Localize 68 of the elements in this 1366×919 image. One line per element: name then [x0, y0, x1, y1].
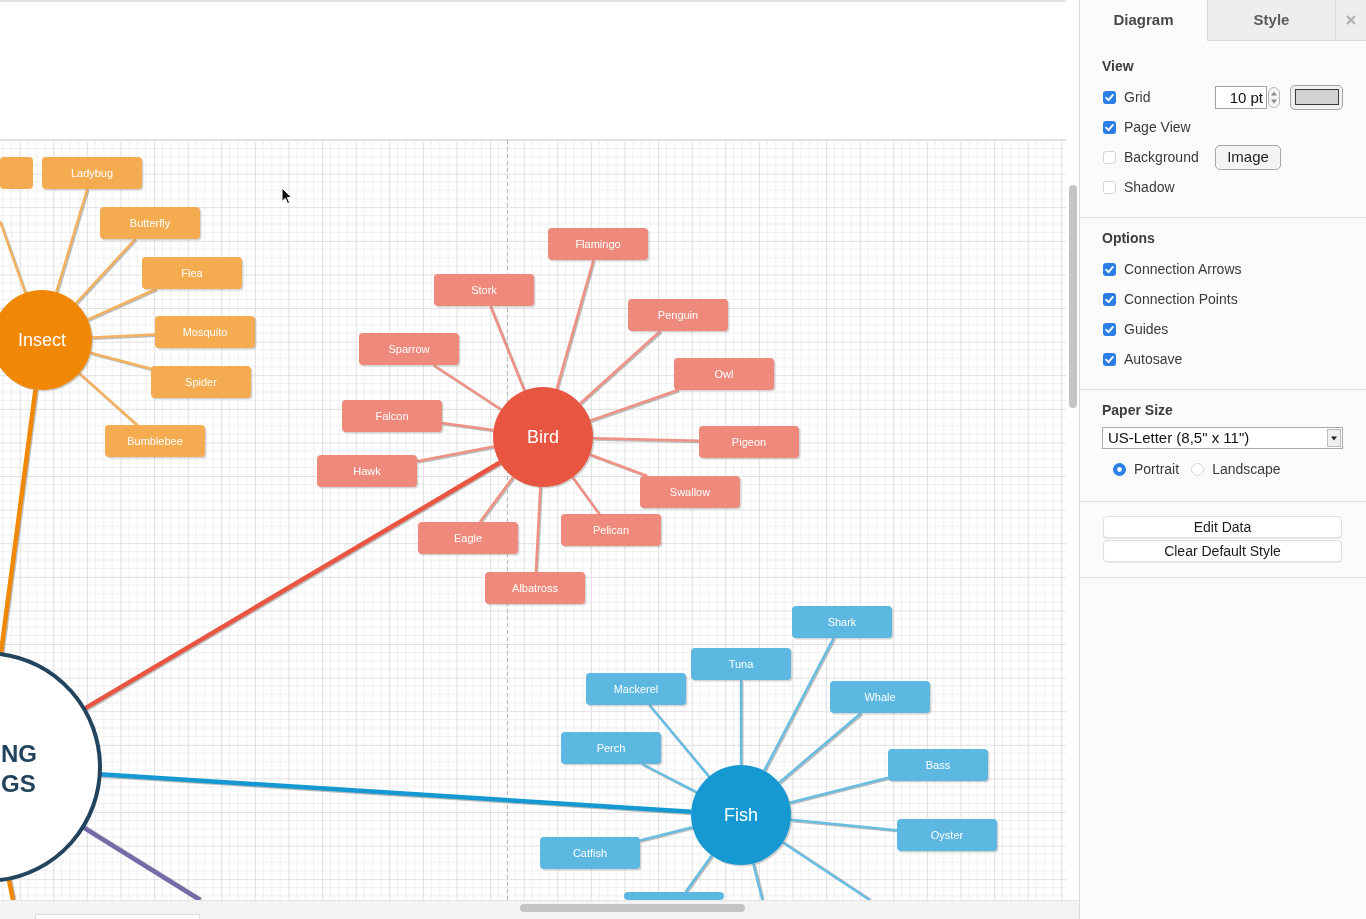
- radio-button[interactable]: [1191, 462, 1205, 476]
- checkbox[interactable]: [1103, 180, 1116, 194]
- subtopic-node: Flea: [142, 257, 244, 291]
- checkbox[interactable]: [1103, 352, 1116, 366]
- subtopic-node: Albatross: [485, 572, 587, 606]
- cursor-icon: [281, 187, 293, 205]
- checkbox[interactable]: [1103, 150, 1116, 164]
- paper-size-select[interactable]: US-Letter (8,5" x 11"): [1102, 427, 1343, 449]
- checkbox-label: Autosave: [1124, 349, 1183, 369]
- subtopic-node: Hawk: [317, 455, 419, 489]
- checkbox[interactable]: [1103, 120, 1116, 134]
- grid-size-field[interactable]: 10 pt: [1215, 85, 1267, 109]
- tab[interactable]: Style: [1207, 0, 1335, 41]
- subtopic-node: Penguin: [628, 299, 730, 333]
- subtopic-node: Bumblebee: [105, 425, 207, 459]
- topic-node: Fish: [691, 765, 793, 867]
- checkbox-label: Guides: [1124, 319, 1169, 339]
- clear-default-style-button[interactable]: Clear Default Style: [1103, 540, 1342, 562]
- topic-node: Insect: [0, 290, 94, 392]
- central-node: NG GS: [0, 651, 102, 883]
- subtopic-node: Pelican: [561, 514, 663, 548]
- radio-label: Portrait: [1134, 459, 1180, 479]
- radio-button[interactable]: [1113, 462, 1126, 476]
- checkbox-label: Shadow: [1124, 177, 1175, 197]
- subtopic-node: Sparrow: [359, 333, 461, 367]
- subtopic-node: Spider: [151, 366, 253, 400]
- subtopic-node: Catfish: [540, 837, 642, 871]
- subtopic-node: Tuna: [691, 648, 793, 682]
- subtopic-node: Owl: [674, 358, 776, 392]
- section-heading: Options: [1102, 229, 1156, 248]
- scrollbar-thumb[interactable]: [520, 904, 745, 912]
- subtopic-node: Eagle: [418, 522, 520, 556]
- checkbox[interactable]: [1103, 322, 1116, 336]
- edit-data-button[interactable]: Edit Data: [1103, 516, 1342, 538]
- subtopic-node: Falcon: [342, 400, 444, 434]
- subtopic-node: Bass: [888, 749, 990, 783]
- close-icon: [1346, 15, 1356, 25]
- subtopic-node: Perch: [561, 732, 663, 766]
- subtopic-node: Mackerel: [586, 673, 688, 707]
- subtopic-node: Mosquito: [155, 316, 257, 350]
- subtopic-node: Flamingo: [548, 228, 650, 262]
- checkbox-label: Connection Points: [1124, 289, 1238, 309]
- subtopic-node: Pigeon: [699, 426, 801, 460]
- checkbox[interactable]: [1103, 90, 1116, 104]
- checkbox-label: Connection Arrows: [1124, 259, 1242, 279]
- stepper-arrows-icon[interactable]: [1267, 85, 1281, 109]
- subtopic-node: Whale: [830, 681, 932, 715]
- checkbox-label: Background: [1124, 147, 1199, 167]
- checkbox-label: Grid: [1124, 87, 1151, 107]
- section-heading: View: [1102, 57, 1135, 76]
- color-swatch-icon: [1294, 89, 1339, 105]
- image-button[interactable]: Image: [1215, 144, 1281, 170]
- checkbox-label: Page View: [1124, 117, 1191, 137]
- subtopic-node: Ladybug: [42, 157, 144, 191]
- subtopic-node: Stork: [434, 274, 536, 308]
- checkbox[interactable]: [1103, 292, 1116, 306]
- subtopic-node: [0, 157, 33, 189]
- section-heading: Paper Size: [1102, 401, 1174, 420]
- checkbox[interactable]: [1103, 262, 1116, 276]
- connector-line: [684, 854, 714, 894]
- subtopic-node: Shark: [792, 606, 894, 640]
- topic-node: Bird: [493, 387, 595, 489]
- radio-label: Landscape: [1212, 459, 1281, 479]
- grid-color-button[interactable]: [1290, 84, 1343, 110]
- subtopic-node: Oyster: [897, 819, 999, 853]
- subtopic-node: Swallow: [640, 476, 742, 510]
- scrollbar-thumb[interactable]: [1069, 185, 1077, 408]
- subtopic-node: Butterfly: [100, 207, 202, 241]
